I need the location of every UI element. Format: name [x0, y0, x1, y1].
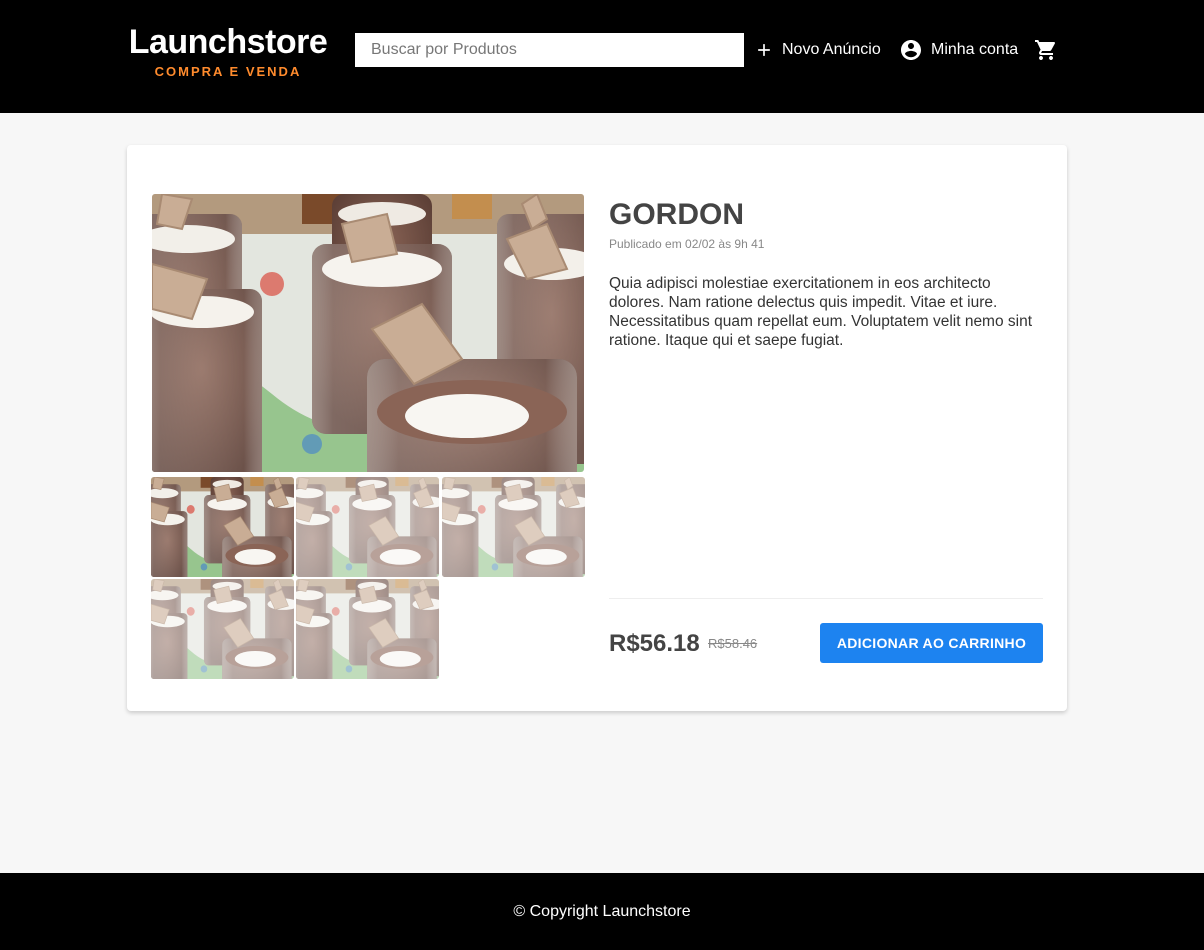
product-price: R$56.18 [609, 630, 700, 657]
price-divider [609, 598, 1043, 599]
gallery-thumbnail-3[interactable] [442, 477, 585, 577]
logo-title: Launchstore [128, 23, 328, 61]
account-link[interactable]: Minha conta [899, 38, 1018, 62]
gallery-thumbnail-1[interactable] [151, 477, 294, 577]
published-date: Publicado em 02/02 às 9h 41 [609, 237, 765, 251]
product-description: Quia adipisci molestiae exercitationem i… [609, 275, 1033, 349]
gallery-thumbnail-4[interactable] [151, 579, 294, 679]
product-info: GORDON Publicado em 02/02 às 9h 41 Quia … [609, 194, 1043, 350]
price-row: R$56.18 R$58.46 ADICIONAR AO CARRINHO [609, 623, 1043, 663]
cart-link[interactable] [1034, 38, 1058, 62]
site-footer: © Copyright Launchstore [0, 873, 1204, 950]
search-input[interactable] [355, 33, 744, 67]
gallery-thumbnail-5[interactable] [296, 579, 439, 679]
product-title: GORDON [609, 198, 744, 231]
product-card: GORDON Publicado em 02/02 às 9h 41 Quia … [127, 145, 1067, 711]
account-circle-icon [899, 38, 923, 62]
new-ad-link[interactable]: Novo Anúncio [754, 38, 881, 62]
copyright-text: © Copyright Launchstore [513, 902, 691, 920]
account-label: Minha conta [931, 41, 1019, 58]
shopping-cart-icon [1034, 38, 1058, 62]
site-header: Launchstore COMPRA E VENDA Novo Anúncio … [0, 0, 1204, 113]
product-old-price: R$58.46 [708, 636, 758, 651]
add-to-cart-button[interactable]: ADICIONAR AO CARRINHO [820, 623, 1043, 663]
new-ad-label: Novo Anúncio [782, 41, 881, 58]
plus-icon [754, 40, 774, 60]
logo-subtitle: COMPRA E VENDA [154, 64, 302, 79]
logo-link[interactable]: Launchstore COMPRA E VENDA [127, 22, 329, 80]
product-main-image [152, 194, 584, 472]
gallery-thumbnail-2[interactable] [296, 477, 439, 577]
